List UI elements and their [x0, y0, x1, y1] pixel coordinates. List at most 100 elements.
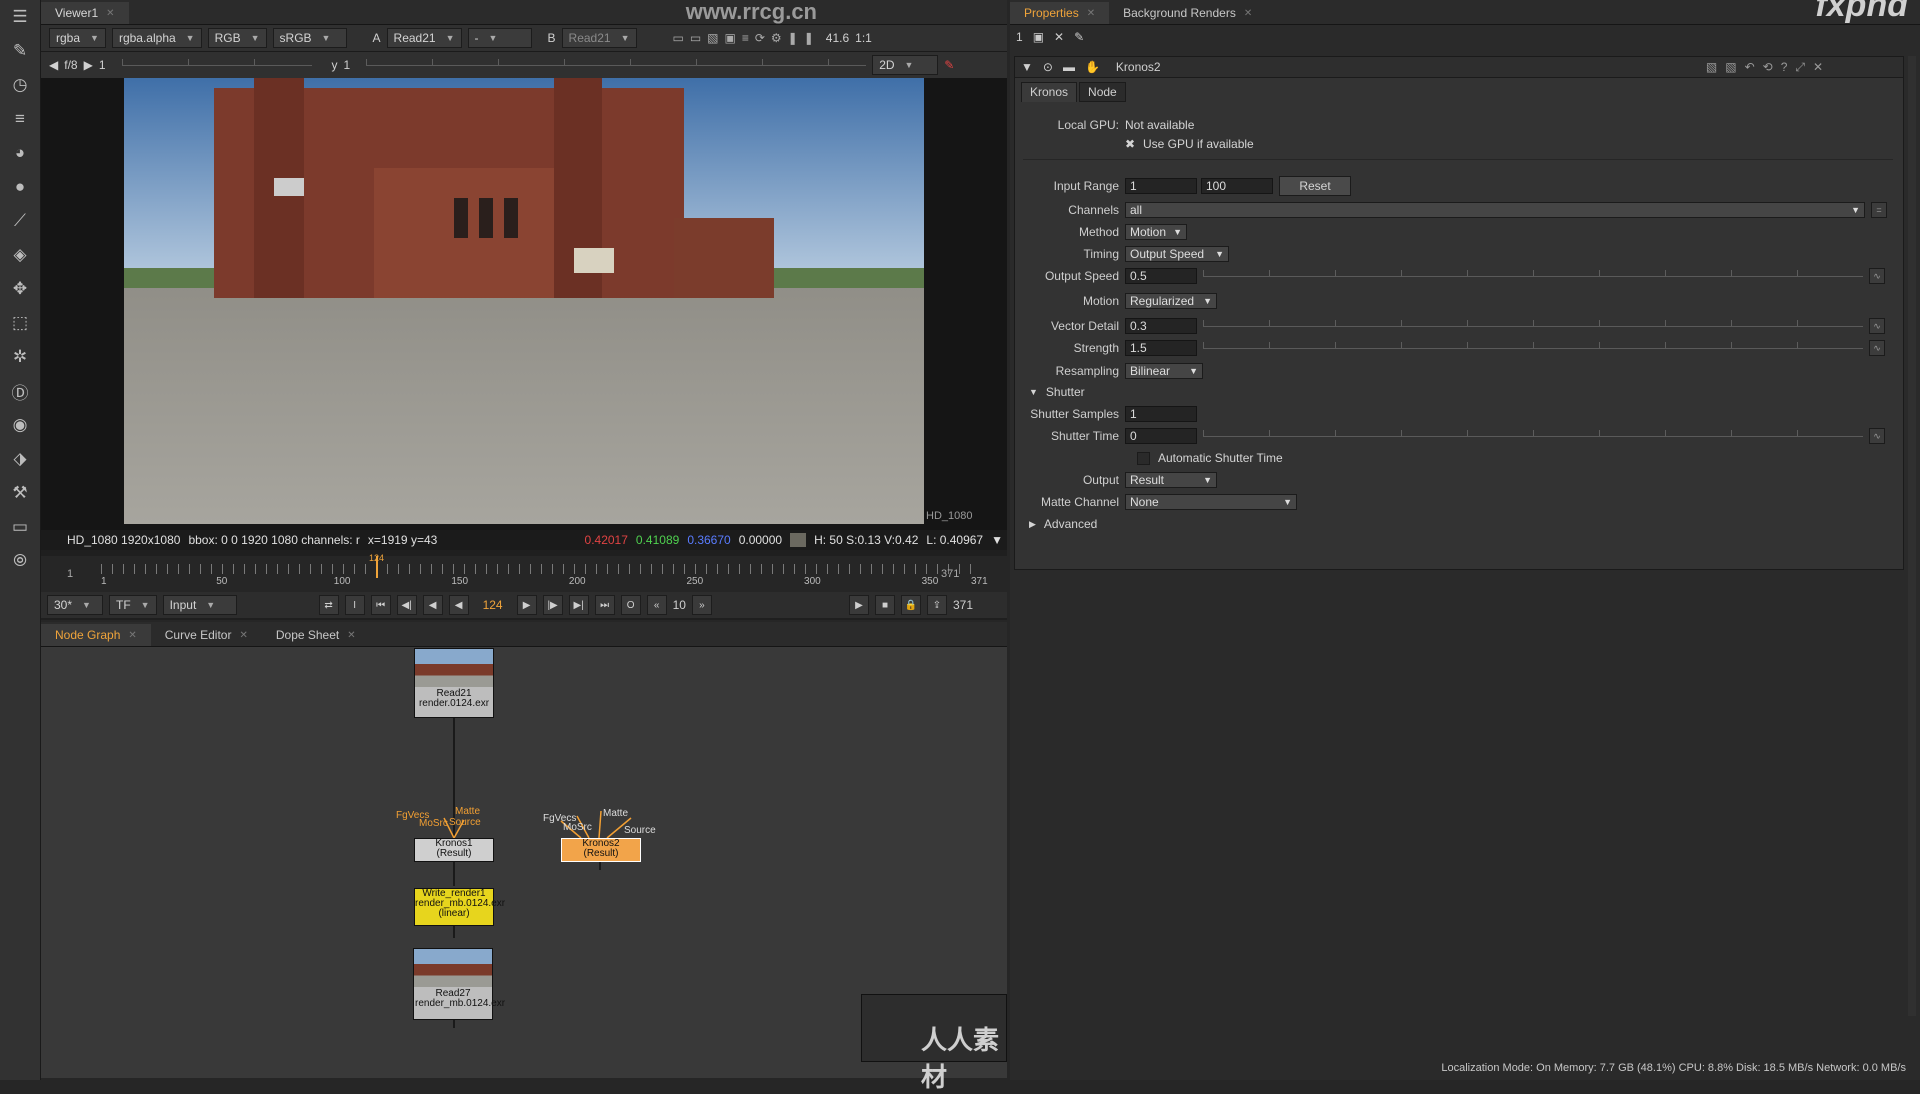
- tab-properties[interactable]: Properties ✕: [1010, 2, 1110, 24]
- curve-icon[interactable]: ∿: [1869, 340, 1885, 356]
- input-mode-dropdown[interactable]: Input ▼: [162, 595, 237, 615]
- edit-icon[interactable]: ✎: [1074, 30, 1084, 44]
- next-key-button[interactable]: ▶|: [568, 595, 589, 615]
- clock-icon[interactable]: ◷: [0, 68, 40, 102]
- curve-icon[interactable]: ∿: [1869, 318, 1885, 334]
- current-frame[interactable]: 124: [475, 598, 511, 612]
- strength-field[interactable]: 1.5: [1125, 340, 1197, 356]
- vector-detail-slider[interactable]: [1203, 319, 1863, 327]
- input-range-end[interactable]: 100: [1201, 178, 1273, 194]
- reset-button[interactable]: Reset: [1279, 176, 1351, 196]
- settings-icon[interactable]: ⊙: [1043, 60, 1053, 74]
- node-name-field[interactable]: Kronos2: [1110, 60, 1696, 74]
- toolbar-icons[interactable]: ▭▭▧▣≡⟳⚙❚❚: [673, 31, 820, 45]
- fstop-value[interactable]: f/8: [64, 58, 77, 72]
- view-mode-dropdown[interactable]: 2D ▼: [872, 55, 939, 75]
- d-icon[interactable]: Ⓓ: [0, 374, 40, 408]
- wand-icon[interactable]: ⦾: [0, 544, 40, 578]
- paint-brush-icon[interactable]: ✎: [0, 34, 40, 68]
- tab-curve-editor[interactable]: Curve Editor ✕: [151, 624, 262, 646]
- tab-node[interactable]: Node: [1079, 82, 1126, 102]
- chevron-down-icon[interactable]: ▼: [991, 533, 1003, 547]
- output-speed-field[interactable]: 0.5: [1125, 268, 1197, 284]
- sphere-icon[interactable]: ◕: [0, 136, 40, 170]
- end-frame[interactable]: 371: [953, 598, 973, 612]
- curve-icon[interactable]: ∿: [1869, 268, 1885, 284]
- layers-icon[interactable]: ☰: [0, 0, 40, 34]
- lock-icon[interactable]: 🔒: [900, 595, 921, 615]
- layers-icon[interactable]: ◈: [0, 238, 40, 272]
- viewer-canvas[interactable]: HD_1080: [41, 78, 1007, 530]
- stack-icon[interactable]: ≡: [0, 102, 40, 136]
- channels-menu-icon[interactable]: =: [1871, 202, 1887, 218]
- timeline-ruler[interactable]: 1 1 50 100 150 200 250 300 350 371 124 371: [41, 553, 1007, 592]
- tab-viewer1[interactable]: Viewer1 ✕: [41, 2, 129, 24]
- gain-value[interactable]: 1: [99, 58, 106, 72]
- tab-dope-sheet[interactable]: Dope Sheet ✕: [262, 624, 370, 646]
- advanced-group[interactable]: ▶ Advanced: [1029, 515, 1097, 533]
- colorspace-dropdown[interactable]: RGB ▼: [207, 28, 267, 48]
- y-value[interactable]: 1: [344, 58, 351, 72]
- node-graph-canvas[interactable]: Read21 render.0124.exr FgVecs MoSrc Matte…: [41, 648, 1007, 1092]
- wrench-icon[interactable]: ⚒: [0, 476, 40, 510]
- method-dropdown[interactable]: Motion ▼: [1125, 224, 1187, 240]
- record-icon[interactable]: ■: [874, 595, 895, 615]
- flipbook-icon[interactable]: ▶: [848, 595, 869, 615]
- shutter-samples-field[interactable]: 1: [1125, 406, 1197, 422]
- use-gpu-checkbox[interactable]: ✖: [1125, 137, 1137, 151]
- collapse-icon[interactable]: ▼: [1021, 60, 1033, 74]
- close-icon[interactable]: ✕: [239, 630, 247, 641]
- play-backward-button[interactable]: ◀: [448, 595, 469, 615]
- shutter-group[interactable]: ▼ Shutter: [1029, 383, 1085, 401]
- lut-dropdown[interactable]: sRGB ▼: [272, 28, 347, 48]
- gamma-slider[interactable]: [366, 58, 867, 66]
- prev-key-button[interactable]: ◀|: [396, 595, 417, 615]
- node-write-render1[interactable]: Write_render1 render_mb.0124.exr (linear…: [414, 888, 505, 926]
- arrow-left-icon[interactable]: ◀: [49, 58, 58, 72]
- node-read27[interactable]: Read27 render_mb.0124.exr: [413, 948, 505, 1020]
- shutter-time-slider[interactable]: [1203, 429, 1863, 437]
- skip-forward-button[interactable]: »: [691, 595, 712, 615]
- a-input-dropdown[interactable]: Read21 ▼: [386, 28, 462, 48]
- node-read21[interactable]: Read21 render.0124.exr: [414, 648, 494, 718]
- cube-icon[interactable]: ⬚: [0, 306, 40, 340]
- header-buttons[interactable]: ▧▧↶⟲?⤢✕: [1706, 60, 1831, 75]
- first-frame-button[interactable]: ⏮: [370, 595, 391, 615]
- step-forward-button[interactable]: |▶: [542, 595, 563, 615]
- properties-scrollbar[interactable]: [1908, 56, 1916, 1016]
- hand-icon[interactable]: ✋: [1085, 60, 1100, 74]
- step-back-button[interactable]: ◀: [422, 595, 443, 615]
- in-point-button[interactable]: I: [344, 595, 365, 615]
- out-point-button[interactable]: O: [620, 595, 641, 615]
- skip-back-button[interactable]: «: [646, 595, 667, 615]
- max-panels[interactable]: 1: [1016, 30, 1023, 44]
- channels-dropdown[interactable]: rgba ▼: [49, 28, 106, 48]
- strength-slider[interactable]: [1203, 341, 1863, 349]
- vector-detail-field[interactable]: 0.3: [1125, 318, 1197, 334]
- composite-dropdown[interactable]: - ▼: [467, 28, 532, 48]
- close-icon[interactable]: ✕: [347, 630, 355, 641]
- eye-icon[interactable]: ◉: [0, 408, 40, 442]
- close-icon[interactable]: ✕: [128, 630, 136, 641]
- play-button[interactable]: ▶: [516, 595, 537, 615]
- fps-dropdown[interactable]: 30* ▼: [47, 595, 103, 615]
- node-color-icon[interactable]: ▬: [1063, 60, 1075, 74]
- tab-node-graph[interactable]: Node Graph ✕: [41, 624, 151, 646]
- particles-icon[interactable]: ✲: [0, 340, 40, 374]
- node-kronos2[interactable]: Kronos2 (Result): [561, 838, 641, 862]
- ratio-value[interactable]: 1:1: [855, 31, 872, 45]
- loop-icon[interactable]: ⇄: [318, 595, 339, 615]
- gain-slider[interactable]: [121, 58, 312, 66]
- b-input-dropdown[interactable]: Read21 ▼: [561, 28, 637, 48]
- node-kronos1[interactable]: Kronos1 (Result): [414, 838, 494, 862]
- alpha-dropdown[interactable]: rgba.alpha ▼: [111, 28, 202, 48]
- output-dropdown[interactable]: Result ▼: [1125, 472, 1217, 488]
- tab-background-renders[interactable]: Background Renders ✕: [1109, 2, 1266, 24]
- clear-icon[interactable]: ✕: [1054, 30, 1064, 44]
- circle-icon[interactable]: ●: [0, 170, 40, 204]
- frame-increment[interactable]: 10: [673, 598, 686, 612]
- export-icon[interactable]: ⇪: [926, 595, 947, 615]
- curve-icon[interactable]: ∿: [1869, 428, 1885, 444]
- close-icon[interactable]: ✕: [1087, 8, 1095, 19]
- hdd-icon[interactable]: ▭: [0, 510, 40, 544]
